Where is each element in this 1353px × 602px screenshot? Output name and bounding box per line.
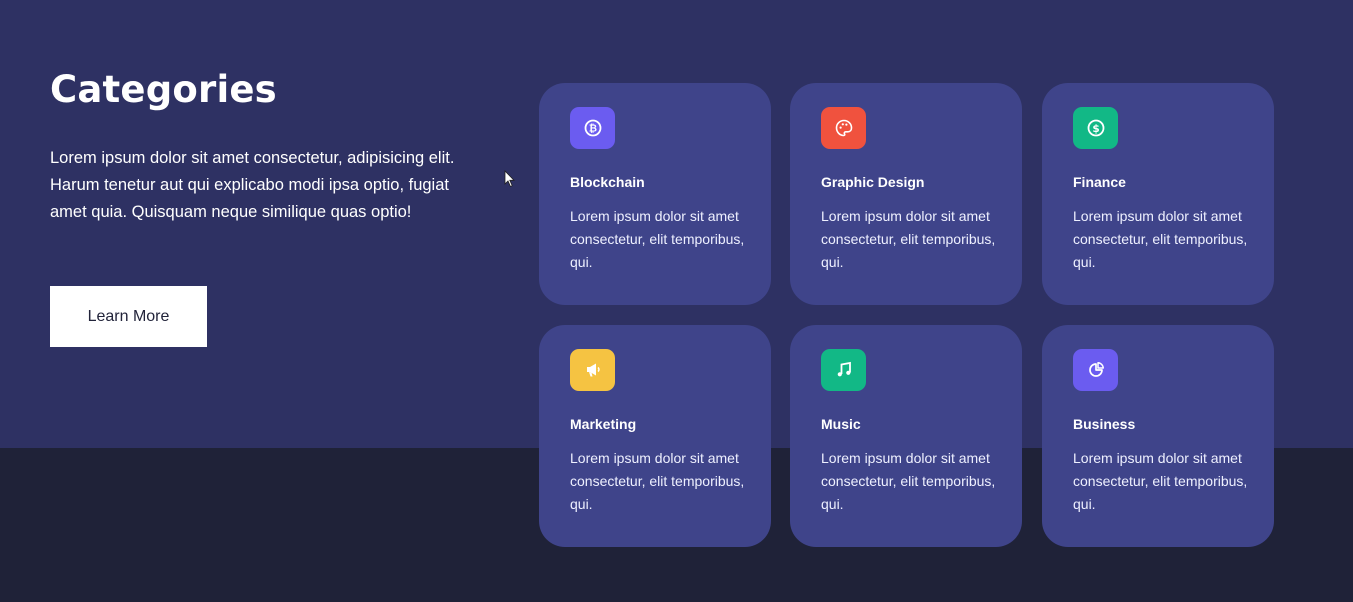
category-card-graphic-design[interactable]: Graphic Design Lorem ipsum dolor sit ame… [790,83,1022,305]
music-note-icon [837,361,851,377]
svg-text:$: $ [1092,123,1099,135]
palette-icon [835,119,852,137]
card-title: Graphic Design [821,174,925,190]
card-text: Lorem ipsum dolor sit amet consectetur, … [570,208,745,270]
learn-more-button[interactable]: Learn More [50,286,207,347]
icon-box [821,107,866,149]
card-text: Lorem ipsum dolor sit amet consectetur, … [570,450,745,512]
category-card-finance[interactable]: $ Finance Lorem ipsum dolor sit amet con… [1042,83,1274,305]
icon-box [1073,349,1118,391]
icon-box [570,349,615,391]
pie-chart-icon [1088,362,1104,377]
category-card-blockchain[interactable]: ₿ Blockchain Lorem ipsum dolor sit amet … [539,83,771,305]
svg-text:₿: ₿ [588,123,596,135]
section-description: Lorem ipsum dolor sit amet consectetur, … [50,149,455,221]
category-card-music[interactable]: Music Lorem ipsum dolor sit amet consect… [790,325,1022,547]
card-text: Lorem ipsum dolor sit amet consectetur, … [1073,450,1248,512]
mouse-cursor-icon [504,170,515,188]
card-title: Marketing [570,416,637,432]
card-text: Lorem ipsum dolor sit amet consectetur, … [1073,208,1248,270]
card-text: Lorem ipsum dolor sit amet consectetur, … [821,208,996,270]
card-title: Music [821,416,861,432]
category-card-business[interactable]: Business Lorem ipsum dolor sit amet cons… [1042,325,1274,547]
icon-box [821,349,866,391]
card-title: Finance [1073,174,1126,190]
megaphone-icon [586,363,600,377]
section-title: Categories [50,68,277,111]
bitcoin-icon: ₿ [584,119,601,137]
card-text: Lorem ipsum dolor sit amet consectetur, … [821,450,996,512]
card-title: Business [1073,416,1136,432]
intro-panel: Categories Lorem ipsum dolor sit amet co… [50,68,490,226]
category-card-marketing[interactable]: Marketing Lorem ipsum dolor sit amet con… [539,325,771,547]
dollar-icon: $ [1087,119,1104,137]
icon-box: ₿ [570,107,615,149]
card-title: Blockchain [570,174,645,190]
icon-box: $ [1073,107,1118,149]
